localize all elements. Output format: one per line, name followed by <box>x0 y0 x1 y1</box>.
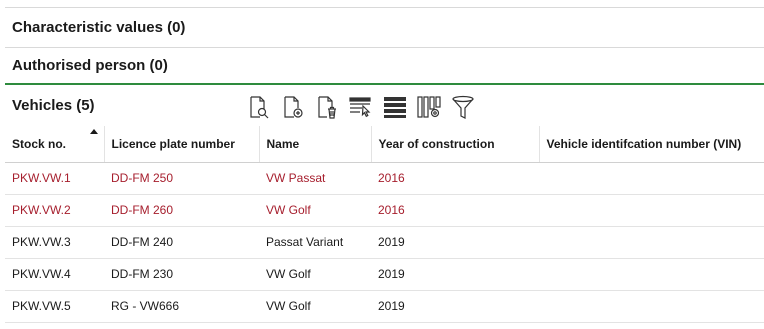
cell-name: VW Golf <box>266 267 311 281</box>
table-row[interactable]: PKW.VW.3 DD-FM 240 Passat Variant 2019 <box>5 226 764 258</box>
cell-licence-plate: RG - VW666 <box>111 299 180 313</box>
vehicles-title: Vehicles (5) <box>12 96 95 114</box>
cell-vin <box>539 290 764 322</box>
cell-year: 2019 <box>378 299 405 313</box>
cell-stock-no: PKW.VW.3 <box>12 235 71 249</box>
document-add-button[interactable] <box>280 94 306 120</box>
cell-licence-plate: DD-FM 260 <box>111 203 174 217</box>
cell-stock-no: PKW.VW.4 <box>12 267 71 281</box>
cell-stock-no: PKW.VW.1 <box>12 171 71 185</box>
table-row[interactable]: PKW.VW.5 RG - VW666 VW Golf 2019 <box>5 290 764 322</box>
column-settings-button[interactable] <box>416 94 442 120</box>
table-row[interactable]: PKW.VW.2 DD-FM 260 VW Golf 2016 <box>5 194 764 226</box>
cell-licence-plate: DD-FM 250 <box>111 171 174 185</box>
table-header-row: Stock no. Licence plate number Name Year… <box>5 126 764 163</box>
cell-licence-plate: DD-FM 240 <box>111 235 174 249</box>
document-search-icon <box>250 96 269 119</box>
column-header-stock-no[interactable]: Stock no. <box>5 126 105 163</box>
characteristic-values-header[interactable]: Characteristic values (0) <box>5 7 764 47</box>
characteristic-values-title: Characteristic values (0) <box>12 19 186 36</box>
cell-stock-no: PKW.VW.5 <box>12 299 71 313</box>
document-add-icon <box>284 96 303 118</box>
list-view-icon <box>384 97 406 118</box>
column-select-icon <box>349 97 371 118</box>
table-row[interactable]: PKW.VW.4 DD-FM 230 VW Golf 2019 <box>5 258 764 290</box>
cell-stock-no: PKW.VW.2 <box>12 203 71 217</box>
table-row[interactable]: PKW.VW.1 DD-FM 250 VW Passat 2016 <box>5 162 764 194</box>
cell-year: 2016 <box>378 203 405 217</box>
document-search-button[interactable] <box>246 94 272 120</box>
document-delete-button[interactable] <box>314 94 340 120</box>
sort-ascending-icon <box>89 129 98 134</box>
column-settings-icon <box>417 96 441 118</box>
cell-year: 2016 <box>378 171 405 185</box>
cell-name: VW Golf <box>266 203 311 217</box>
cell-vin <box>539 258 764 290</box>
filter-icon <box>452 95 474 119</box>
cell-name: VW Passat <box>266 171 326 185</box>
cell-year: 2019 <box>378 235 405 249</box>
column-select-button[interactable] <box>348 94 374 120</box>
document-delete-icon <box>318 96 336 119</box>
vehicles-table: Stock no. Licence plate number Name Year… <box>5 126 764 323</box>
vehicles-toolbar <box>246 93 476 121</box>
authorised-person-header[interactable]: Authorised person (0) <box>5 47 764 85</box>
authorised-person-title: Authorised person (0) <box>12 57 168 74</box>
cell-name: VW Golf <box>266 299 311 313</box>
cell-vin <box>539 194 764 226</box>
cell-year: 2019 <box>378 267 405 281</box>
cell-vin <box>539 226 764 258</box>
column-header-vin[interactable]: Vehicle identifcation number (VIN) <box>539 126 764 163</box>
column-header-name[interactable]: Name <box>259 126 372 163</box>
list-view-button[interactable] <box>382 94 408 120</box>
cell-licence-plate: DD-FM 230 <box>111 267 174 281</box>
filter-button[interactable] <box>450 94 476 120</box>
cell-vin <box>539 162 764 194</box>
column-header-year[interactable]: Year of construction <box>371 126 540 163</box>
cell-name: Passat Variant <box>266 235 344 249</box>
column-header-licence-plate[interactable]: Licence plate number <box>104 126 260 163</box>
